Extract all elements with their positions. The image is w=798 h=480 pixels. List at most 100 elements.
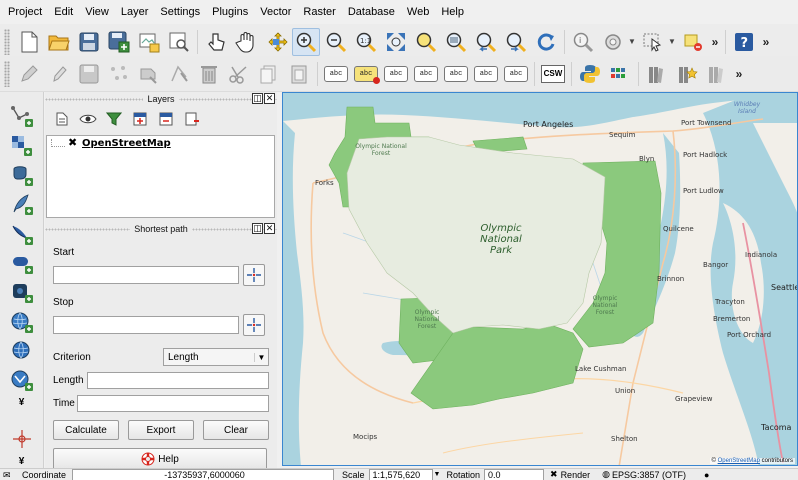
label-show-hide-icon[interactable]: abc — [412, 60, 440, 88]
layer-item-openstreetmap[interactable]: ✖ OpenStreetMap — [47, 136, 274, 150]
refresh-icon[interactable] — [532, 28, 560, 56]
label-highlight-icon[interactable]: abc — [382, 60, 410, 88]
crs-status[interactable]: EPSG:3857 (OTF) — [612, 470, 686, 480]
action-icon[interactable] — [599, 28, 627, 56]
coordinate-field[interactable]: -13735937,6000060 — [72, 469, 335, 480]
label-change-icon[interactable]: abc — [502, 60, 530, 88]
metasearch-icon[interactable] — [606, 60, 634, 88]
menu-vector[interactable]: Vector — [254, 0, 297, 24]
menu-database[interactable]: Database — [342, 0, 401, 24]
select-features-icon[interactable] — [639, 28, 667, 56]
attribution-link[interactable]: OpenStreetMap — [718, 458, 760, 464]
scale-field[interactable]: 1:1,575,620 — [368, 469, 433, 480]
menu-project[interactable]: Project — [2, 0, 48, 24]
toolbar-overflow-icon[interactable]: » — [759, 35, 773, 49]
add-oracle-layer-icon[interactable] — [7, 249, 37, 277]
python-console-icon[interactable] — [576, 60, 604, 88]
menu-plugins[interactable]: Plugins — [206, 0, 254, 24]
add-wfs-layer-icon[interactable] — [7, 366, 37, 394]
add-postgis-layer-icon[interactable] — [7, 161, 37, 189]
cut-features-icon[interactable] — [225, 60, 253, 88]
add-db2-layer-icon[interactable] — [7, 278, 37, 306]
filter-icon[interactable] — [103, 109, 125, 129]
clear-button[interactable]: Clear — [203, 420, 269, 440]
add-wcs-layer-icon[interactable] — [7, 337, 37, 365]
length-field[interactable] — [87, 372, 269, 389]
add-vector-layer-icon[interactable] — [643, 60, 671, 88]
new-print-composer-icon[interactable] — [135, 28, 163, 56]
copy-features-icon[interactable] — [255, 60, 283, 88]
zoom-actual-size-icon[interactable]: 1:1 — [352, 28, 380, 56]
messages-icon[interactable]: ✉ — [3, 469, 17, 480]
menu-web[interactable]: Web — [401, 0, 435, 24]
layer-labeling-icon[interactable]: abc — [322, 60, 350, 88]
toolbar-overflow-icon[interactable]: » — [708, 35, 722, 49]
pan-to-selection-icon[interactable] — [262, 28, 290, 56]
node-tool-icon[interactable] — [165, 60, 193, 88]
menu-view[interactable]: View — [79, 0, 115, 24]
add-vector-layer-icon[interactable] — [7, 102, 37, 130]
pan-icon[interactable] — [232, 28, 260, 56]
zoom-last-icon[interactable] — [472, 28, 500, 56]
menu-raster[interactable]: Raster — [297, 0, 341, 24]
identify-icon[interactable]: i — [569, 28, 597, 56]
coordinate-capture-icon[interactable] — [7, 425, 37, 453]
pencil-edit-icon[interactable] — [15, 60, 43, 88]
chevron-down-icon[interactable]: ▼ — [628, 37, 638, 46]
zoom-to-selection-icon[interactable] — [412, 28, 440, 56]
zoom-in-icon[interactable] — [292, 27, 320, 56]
collapse-all-icon[interactable] — [155, 109, 177, 129]
rotation-field[interactable]: 0.0 — [484, 469, 545, 480]
paste-features-icon[interactable] — [285, 60, 313, 88]
new-project-icon[interactable] — [15, 28, 43, 56]
add-raster-layer-icon[interactable] — [703, 60, 731, 88]
add-spatialite-layer-icon[interactable] — [7, 190, 37, 218]
toolbar-grip[interactable] — [4, 28, 10, 55]
menu-edit[interactable]: Edit — [48, 0, 79, 24]
menu-layer[interactable]: Layer — [115, 0, 155, 24]
map-canvas[interactable]: Port Angeles Sequim Port Townsend Port H… — [282, 92, 798, 466]
label-rotate-icon[interactable]: abc — [472, 60, 500, 88]
label-pin-icon[interactable]: abc — [352, 60, 380, 88]
save-as-icon[interactable] — [105, 28, 133, 56]
add-wms-layer-icon[interactable] — [7, 307, 37, 335]
globe-icon[interactable]: ◍ — [602, 469, 610, 480]
remove-layer-icon[interactable] — [181, 109, 203, 129]
deselect-icon[interactable] — [679, 28, 707, 56]
layer-visibility-checkbox[interactable]: ✖ — [68, 138, 78, 149]
csw-icon[interactable]: CSW — [539, 60, 567, 88]
zoom-next-icon[interactable] — [502, 28, 530, 56]
eye-icon[interactable] — [77, 109, 99, 129]
render-checkbox[interactable]: ✖ — [550, 469, 558, 480]
move-feature-icon[interactable] — [135, 60, 163, 88]
calculate-button[interactable]: Calculate — [53, 420, 119, 440]
zoom-full-icon[interactable] — [382, 28, 410, 56]
capture-stop-point-button[interactable] — [243, 314, 265, 336]
label-move-icon[interactable]: abc — [442, 60, 470, 88]
log-messages-icon[interactable]: ● — [704, 470, 709, 480]
float-panel-icon[interactable]: ◫ — [252, 93, 263, 104]
touch-zoom-icon[interactable] — [202, 28, 230, 56]
open-project-icon[interactable] — [45, 28, 73, 56]
save-project-icon[interactable] — [75, 28, 103, 56]
add-mssql-layer-icon[interactable] — [7, 219, 37, 247]
add-feature-icon[interactable] — [105, 60, 133, 88]
export-button[interactable]: Export — [128, 420, 194, 440]
toggle-editing-icon[interactable] — [45, 60, 73, 88]
toolbar-grip[interactable] — [4, 60, 10, 87]
toolbar-overflow-icon[interactable]: » — [732, 67, 746, 81]
chevron-down-icon[interactable]: ▼ — [434, 471, 441, 478]
delete-selected-icon[interactable] — [195, 60, 223, 88]
help-icon[interactable]: ? — [730, 28, 758, 56]
help-button[interactable]: Help — [53, 448, 267, 470]
chevron-down-icon[interactable]: ▼ — [668, 37, 678, 46]
menu-settings[interactable]: Settings — [154, 0, 206, 24]
criterion-select[interactable]: Length ▼ — [163, 348, 269, 366]
capture-start-point-button[interactable] — [243, 264, 265, 286]
zoom-to-layer-icon[interactable] — [442, 28, 470, 56]
menu-help[interactable]: Help — [435, 0, 470, 24]
stop-point-field[interactable] — [53, 316, 239, 334]
expand-all-icon[interactable] — [129, 109, 151, 129]
composer-manager-icon[interactable] — [165, 28, 193, 56]
time-field[interactable] — [77, 395, 269, 412]
